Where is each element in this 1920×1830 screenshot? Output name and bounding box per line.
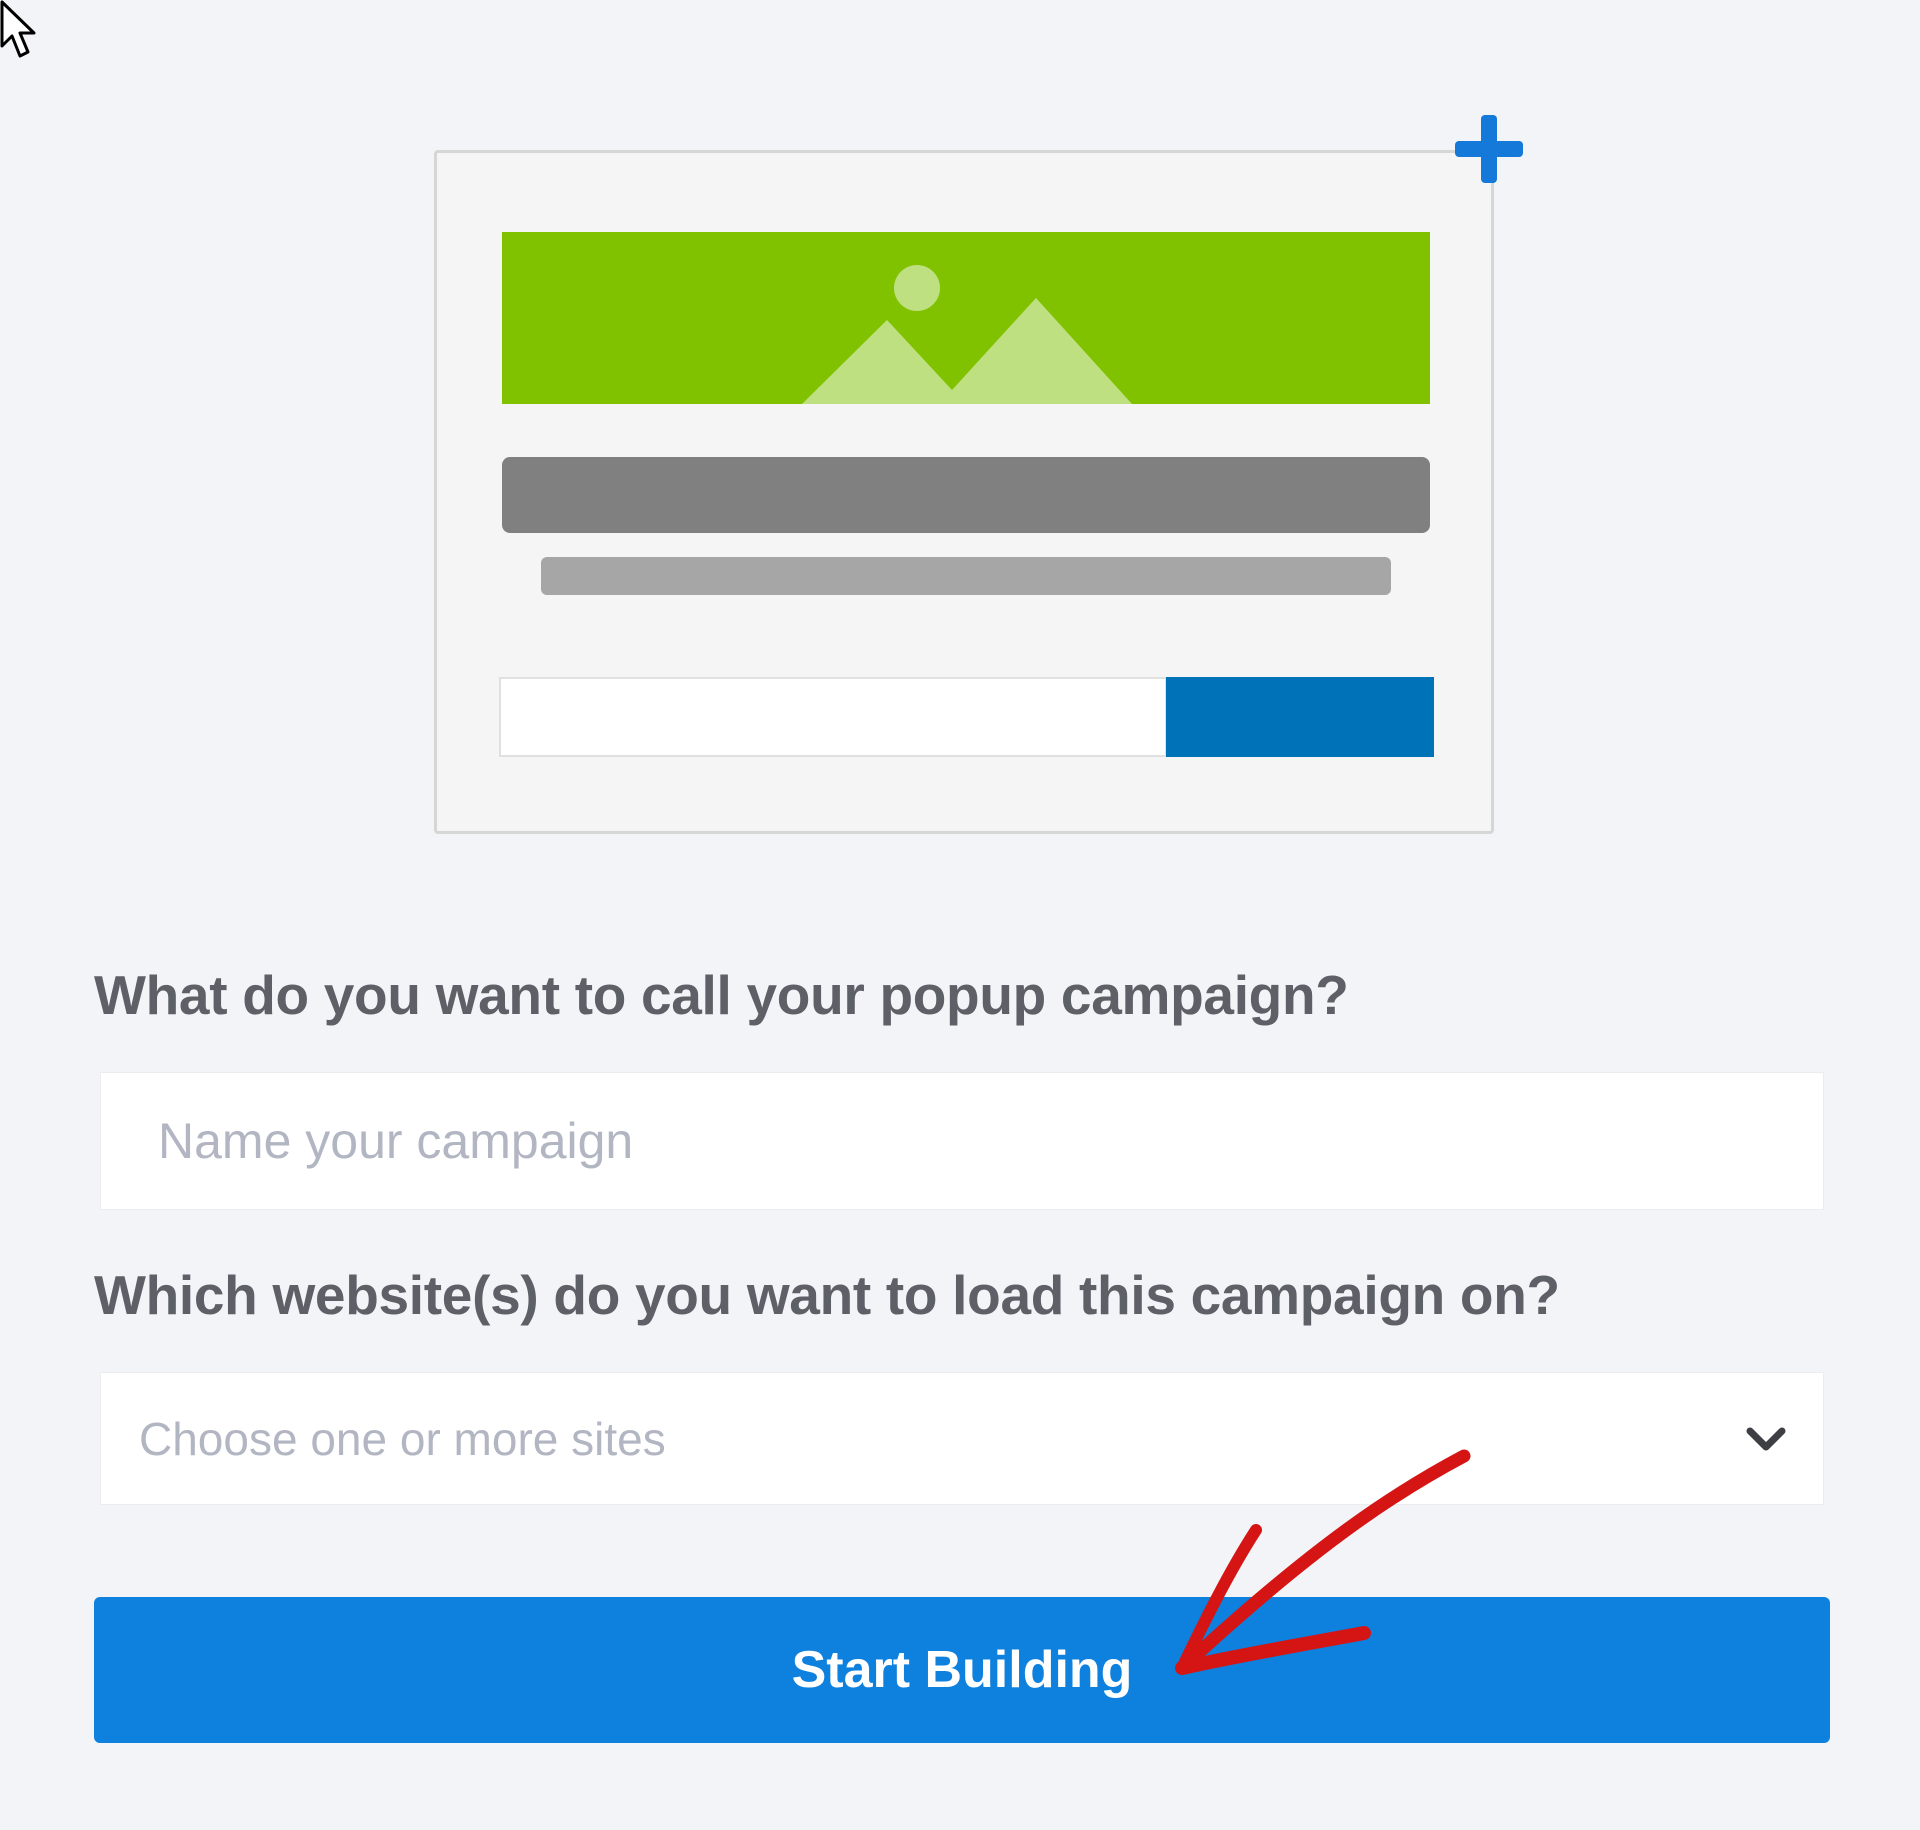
mouse-pointer-icon [0, 0, 36, 58]
start-building-button[interactable]: Start Building [94, 1597, 1830, 1743]
website-select-placeholder: Choose one or more sites [139, 1413, 666, 1465]
campaign-name-label: What do you want to call your popup camp… [94, 964, 1349, 1026]
plus-icon [1455, 115, 1523, 183]
preview-subtext-bar [541, 557, 1391, 595]
image-placeholder-icon [502, 232, 1430, 404]
preview-headline-bar [502, 457, 1430, 533]
campaign-name-input[interactable] [101, 1073, 1823, 1209]
campaign-name-field[interactable] [100, 1072, 1824, 1210]
campaign-setup-page: What do you want to call your popup camp… [0, 0, 1920, 1830]
popup-preview-illustration [434, 150, 1494, 834]
preview-submit-button [1166, 677, 1434, 757]
chevron-down-icon[interactable] [1743, 1419, 1789, 1459]
website-select-label: Which website(s) do you want to load thi… [94, 1264, 1560, 1326]
preview-input-field [499, 677, 1167, 757]
website-select[interactable]: Choose one or more sites [100, 1372, 1824, 1505]
